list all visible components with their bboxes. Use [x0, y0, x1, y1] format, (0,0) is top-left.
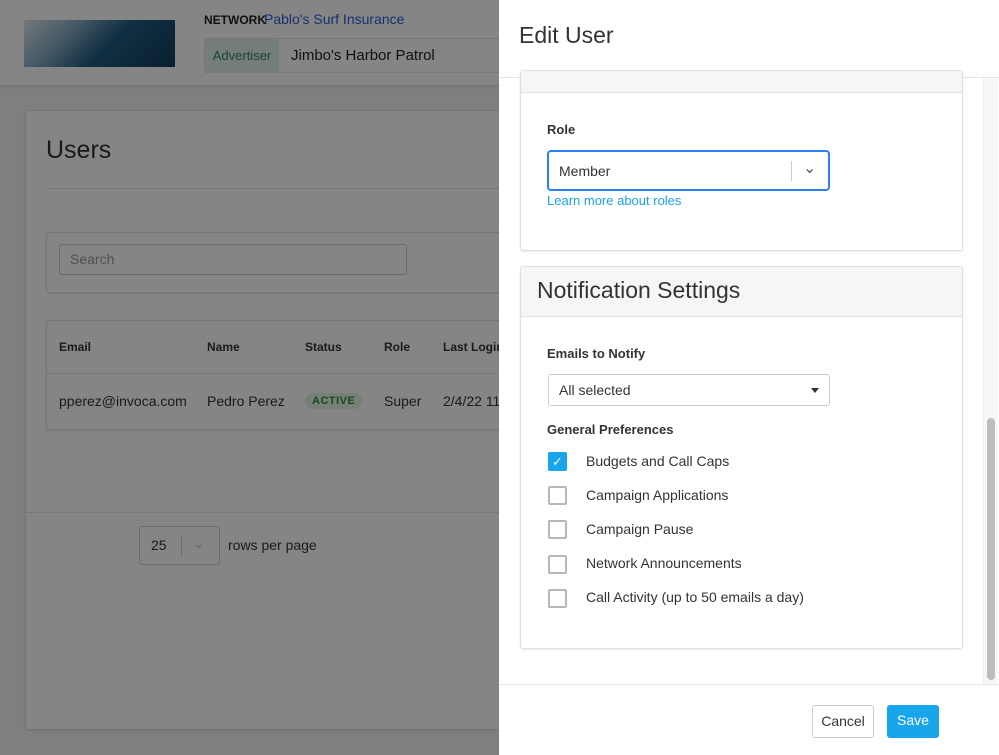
pref-label: Campaign Pause	[586, 521, 694, 537]
pref-label: Network Announcements	[586, 555, 742, 571]
separator	[791, 161, 792, 181]
checkbox-network-announcements[interactable]	[548, 555, 567, 574]
pref-label: Campaign Applications	[586, 487, 729, 503]
drawer-title: Edit User	[519, 22, 614, 48]
learn-roles-link[interactable]: Learn more about roles	[547, 193, 681, 208]
prefs-label: General Preferences	[547, 422, 674, 437]
chevron-down-icon: ⌄	[803, 160, 817, 177]
checkbox-call-activity[interactable]	[548, 589, 567, 608]
emails-select[interactable]: All selected	[548, 374, 830, 406]
checkmark-icon: ✓	[552, 454, 563, 469]
role-value: Member	[559, 163, 611, 179]
caret-down-icon	[811, 388, 819, 393]
save-button[interactable]: Save	[887, 705, 939, 738]
checkbox-budgets[interactable]: ✓	[548, 452, 567, 471]
emails-value: All selected	[559, 382, 631, 398]
role-label: Role	[547, 122, 576, 137]
notification-title: Notification Settings	[537, 277, 741, 303]
cancel-button[interactable]: Cancel	[812, 705, 874, 738]
checkbox-campaign-applications[interactable]	[548, 486, 567, 505]
emails-label: Emails to Notify	[547, 346, 646, 361]
role-select[interactable]: Member ⌄	[547, 150, 830, 191]
scrollbar-track[interactable]	[983, 78, 998, 684]
card-header	[521, 71, 962, 93]
pref-label: Budgets and Call Caps	[586, 453, 730, 469]
edit-user-drawer: Edit User Role Member ⌄ Learn more about…	[499, 0, 999, 755]
pref-label: Call Activity (up to 50 emails a day)	[586, 589, 804, 605]
scrollbar-thumb[interactable]	[987, 418, 995, 680]
footer-divider	[499, 684, 999, 685]
checkbox-campaign-pause[interactable]	[548, 520, 567, 539]
